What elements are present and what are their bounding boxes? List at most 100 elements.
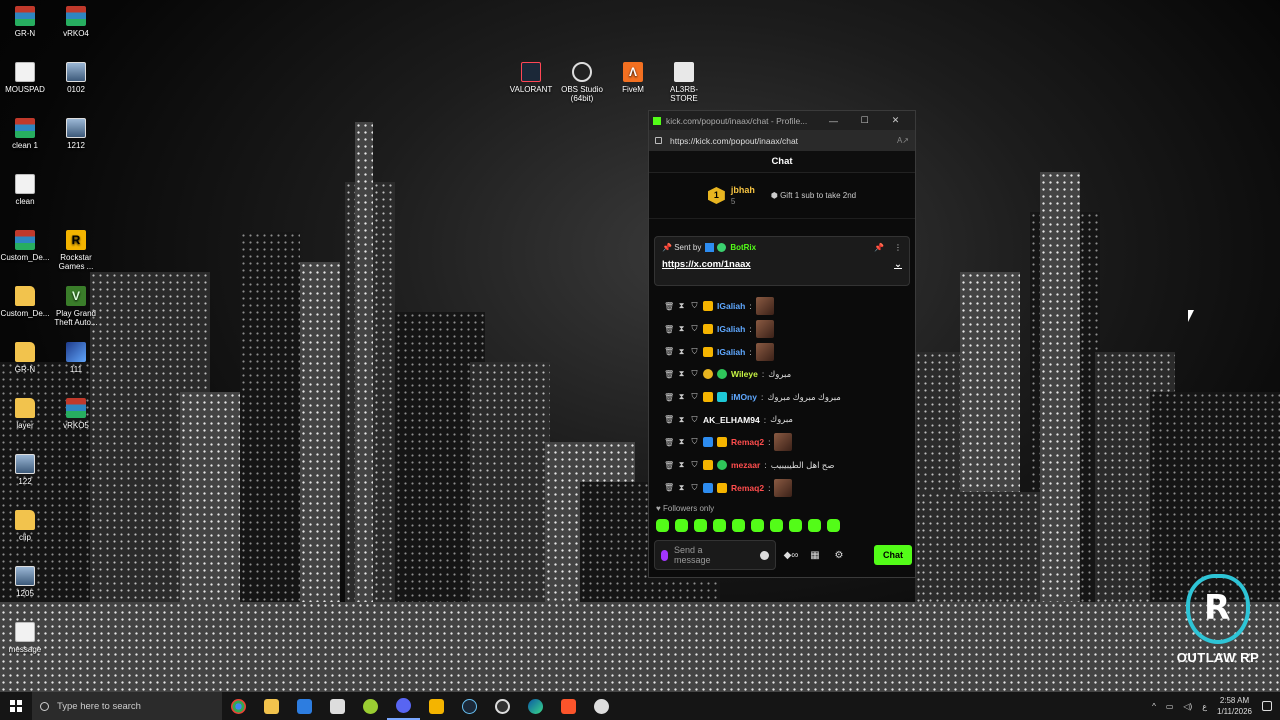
taskbar-app-mail[interactable] <box>321 692 354 720</box>
desktop-icon[interactable]: Custom_De... <box>0 286 52 318</box>
more-options-icon[interactable]: ⋮ <box>894 243 902 252</box>
chat-username[interactable]: Remaq2 <box>731 437 764 447</box>
desktop-icon[interactable]: clean <box>0 174 52 206</box>
chat-username[interactable]: Wileye <box>731 369 758 379</box>
delete-icon[interactable]: 🗑 <box>664 438 674 447</box>
desktop-icon[interactable]: vRKO5 <box>49 398 103 430</box>
timeout-icon[interactable]: ⧗ <box>677 369 686 379</box>
desktop-icon[interactable]: 122 <box>0 454 52 486</box>
desktop-icon[interactable]: Custom_De... <box>0 230 52 262</box>
taskbar-app-obs[interactable] <box>486 692 519 720</box>
ban-icon[interactable]: ⛉ <box>690 460 699 470</box>
timeout-icon[interactable]: ⧗ <box>677 437 686 447</box>
chat-message[interactable]: 🗑 ⧗ ⛉ Remaq2: <box>654 477 910 500</box>
emote-button[interactable] <box>656 519 669 532</box>
chat-username[interactable]: AK_ELHAM94 <box>703 415 760 425</box>
timeout-icon[interactable]: ⧗ <box>677 483 686 493</box>
desktop-icon[interactable]: 0102 <box>49 62 103 94</box>
taskbar-app-green[interactable] <box>354 692 387 720</box>
taskbar-app-edge[interactable] <box>519 692 552 720</box>
desktop-icon[interactable]: vRKO4 <box>49 6 103 38</box>
ban-icon[interactable]: ⛉ <box>690 324 699 334</box>
ban-icon[interactable]: ⛉ <box>690 415 699 425</box>
chat-message[interactable]: 🗑 ⧗ ⛉ IGaliah: <box>654 318 910 341</box>
unpin-icon[interactable]: 📌 <box>874 243 884 252</box>
delete-icon[interactable]: 🗑 <box>664 483 674 492</box>
emote-button[interactable] <box>827 519 840 532</box>
network-icon[interactable]: ▭ <box>1166 702 1174 711</box>
chat-message[interactable]: 🗑 ⧗ ⛉ AK_ELHAM94: مبروك <box>654 408 910 431</box>
maximize-button[interactable]: ☐ <box>849 115 880 126</box>
desktop-icon[interactable]: 111 <box>49 342 103 374</box>
taskbar-search[interactable]: Type here to search <box>32 692 222 720</box>
delete-icon[interactable]: 🗑 <box>664 302 674 311</box>
chat-message[interactable]: 🗑 ⧗ ⛉ Wileye: مبروك <box>654 363 910 386</box>
read-aloud-icon[interactable]: A↗ <box>897 136 909 145</box>
chevron-down-icon[interactable]: ⌄ <box>894 259 902 270</box>
taskbar-app-white[interactable] <box>585 692 618 720</box>
desktop-icon[interactable]: message <box>0 622 52 654</box>
ban-icon[interactable]: ⛉ <box>690 483 699 493</box>
delete-icon[interactable]: 🗑 <box>664 393 674 402</box>
url-text[interactable]: https://kick.com/popout/inaax/chat <box>670 136 897 146</box>
delete-icon[interactable]: 🗑 <box>664 415 674 424</box>
desktop-icon[interactable]: MOUSPAD <box>0 62 52 94</box>
ban-icon[interactable]: ⛉ <box>690 437 699 447</box>
desktop-icon[interactable]: clip <box>0 510 52 542</box>
emoji-picker-icon[interactable] <box>760 550 769 560</box>
taskbar-app-chrome[interactable] <box>222 692 255 720</box>
timeout-icon[interactable]: ⧗ <box>677 460 686 470</box>
desktop-icon[interactable]: clean 1 <box>0 118 52 150</box>
taskbar-app-discord[interactable] <box>387 692 420 720</box>
timeout-icon[interactable]: ⧗ <box>677 301 686 311</box>
delete-icon[interactable]: 🗑 <box>664 370 674 379</box>
address-bar[interactable]: https://kick.com/popout/inaax/chat A↗ <box>649 130 915 151</box>
chat-message[interactable]: 🗑 ⧗ ⛉ Remaq2: <box>654 431 910 454</box>
close-button[interactable]: ✕ <box>880 115 911 126</box>
leader-username[interactable]: jbhah <box>731 185 755 195</box>
volume-icon[interactable]: ◁) <box>1183 702 1192 711</box>
emote-button[interactable] <box>694 519 707 532</box>
gear-icon[interactable]: ⚙ <box>830 550 848 561</box>
send-chat-button[interactable]: Chat <box>874 545 912 565</box>
chat-username[interactable]: Remaq2 <box>731 483 764 493</box>
desktop-icon[interactable]: 1212 <box>49 118 103 150</box>
ban-icon[interactable]: ⛉ <box>690 369 699 379</box>
timeout-icon[interactable]: ⧗ <box>677 415 686 425</box>
emote-button[interactable] <box>751 519 764 532</box>
emote-button[interactable] <box>770 519 783 532</box>
chat-message[interactable]: 🗑 ⧗ ⛉ IGaliah: <box>654 340 910 363</box>
emote-button[interactable] <box>789 519 802 532</box>
chat-message[interactable]: 🗑 ⧗ ⛉ IGaliah: <box>654 295 910 318</box>
minimize-button[interactable]: — <box>818 116 849 126</box>
chat-username[interactable]: IGaliah <box>717 324 745 334</box>
timeout-icon[interactable]: ⧗ <box>677 392 686 402</box>
chat-username[interactable]: iMOny <box>731 392 757 402</box>
emote-button[interactable] <box>713 519 726 532</box>
timeout-icon[interactable]: ⧗ <box>677 347 686 357</box>
delete-icon[interactable]: 🗑 <box>664 461 674 470</box>
emote-button[interactable] <box>675 519 688 532</box>
desktop-icon[interactable]: VALORANT <box>504 62 558 94</box>
taskbar-app-store[interactable] <box>288 692 321 720</box>
desktop-icon[interactable]: AL3RB-STORE <box>657 62 711 103</box>
pinned-sender[interactable]: BotRix <box>730 243 756 252</box>
store-icon[interactable]: ▦ <box>806 550 824 561</box>
notifications-icon[interactable] <box>1262 701 1272 711</box>
emote-button[interactable] <box>732 519 745 532</box>
chat-message[interactable]: 🗑 ⧗ ⛉ iMOny: مبروك مبروك مبروك <box>654 386 910 409</box>
taskbar-app-steam[interactable] <box>453 692 486 720</box>
ban-icon[interactable]: ⛉ <box>690 392 699 402</box>
chat-message[interactable]: 🗑 ⧗ ⛉ mezaar: صح اهل الطيبيبيب <box>654 454 910 477</box>
chat-username[interactable]: IGaliah <box>717 301 745 311</box>
desktop-icon[interactable]: Λ FiveM <box>606 62 660 94</box>
clock[interactable]: 2:58 AM 1/11/2026 <box>1217 695 1252 717</box>
desktop-icon[interactable]: GR-N <box>0 342 52 374</box>
gift-sub-button[interactable]: ⬢ Gift 1 sub to take 2nd <box>771 191 856 200</box>
delete-icon[interactable]: 🗑 <box>664 347 674 356</box>
taskbar-app-brave[interactable] <box>552 692 585 720</box>
timeout-icon[interactable]: ⧗ <box>677 324 686 334</box>
taskbar-app-rockstar[interactable] <box>420 692 453 720</box>
ban-icon[interactable]: ⛉ <box>690 301 699 311</box>
kick-points-icon[interactable]: ◆∞ <box>782 550 800 561</box>
